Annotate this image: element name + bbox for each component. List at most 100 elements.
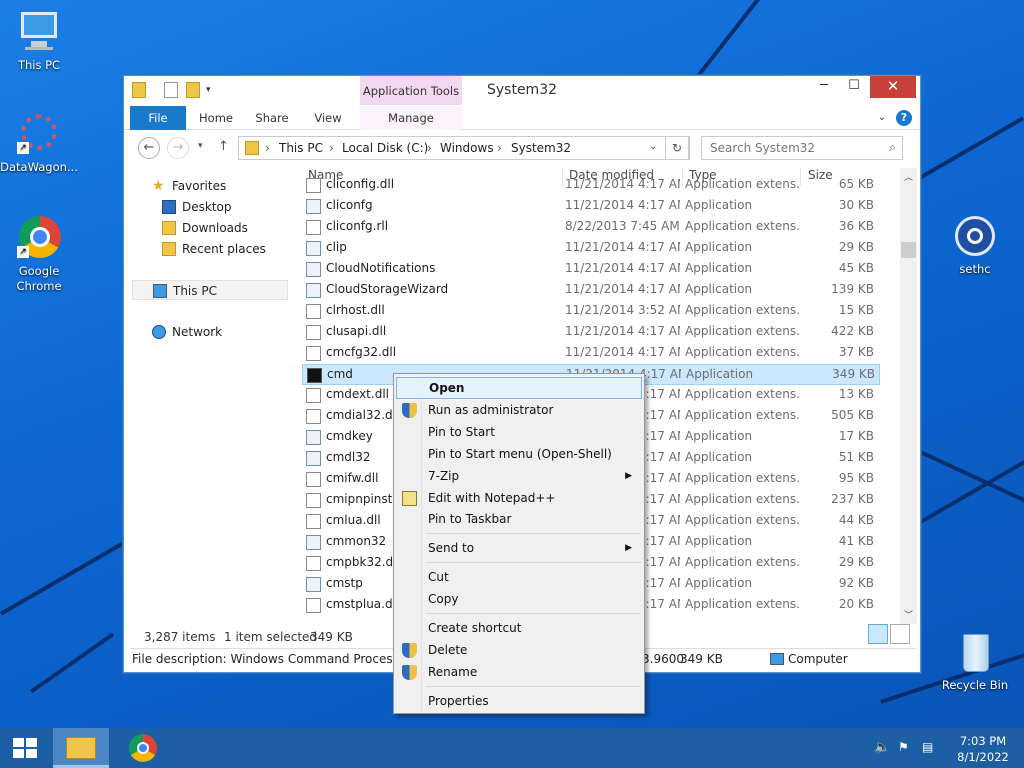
uac-shield-icon bbox=[402, 403, 417, 418]
scroll-up-icon[interactable]: ︿ bbox=[904, 170, 913, 183]
file-size: 29 KB bbox=[838, 240, 874, 254]
action-center-icon[interactable]: ⚑ bbox=[898, 740, 914, 756]
file-date: 11/21/2014 4:17 AM bbox=[565, 261, 680, 275]
dll-icon bbox=[306, 304, 321, 319]
title-bar[interactable]: ▾ Application Tools System32 ─ ☐ ✕ bbox=[124, 76, 920, 106]
table-row[interactable]: clip 11/21/2014 4:17 AM Application 29 KB bbox=[302, 238, 880, 259]
file-type: Application extens... bbox=[685, 324, 800, 338]
scrollbar-thumb[interactable] bbox=[901, 242, 916, 258]
nav-this-pc[interactable]: This PC bbox=[132, 280, 288, 300]
menu-label: Pin to Start menu (Open-Shell) bbox=[428, 447, 612, 461]
refresh-button[interactable]: ↻ bbox=[665, 136, 689, 160]
breadcrumb-local-disk[interactable]: Local Disk (C:) bbox=[342, 141, 428, 155]
start-button[interactable] bbox=[0, 728, 50, 768]
large-icons-view-button[interactable] bbox=[890, 624, 910, 644]
dll-icon bbox=[306, 409, 321, 424]
table-row[interactable]: cliconfig.dll 11/21/2014 4:17 AM Applicati… bbox=[302, 175, 880, 196]
menu-item-cut[interactable]: Cut bbox=[396, 566, 642, 588]
menu-item-pin-to-start-open-shell[interactable]: Pin to Start menu (Open-Shell) bbox=[396, 443, 642, 465]
menu-label: Copy bbox=[428, 592, 459, 606]
taskbar-file-explorer[interactable] bbox=[53, 728, 109, 768]
file-version: 3.9600 bbox=[642, 652, 684, 666]
dll-icon bbox=[306, 325, 321, 340]
table-row[interactable]: clrhost.dll 11/21/2014 3:52 AM Application… bbox=[302, 301, 880, 322]
nav-desktop[interactable]: Desktop bbox=[162, 197, 232, 217]
desktop-icon-recycle-bin[interactable]: Recycle Bin bbox=[936, 630, 1014, 693]
menu-item-delete[interactable]: Delete bbox=[396, 639, 642, 661]
back-button[interactable]: ← bbox=[138, 137, 160, 159]
nav-favorites[interactable]: ★ Favorites bbox=[152, 176, 227, 196]
desktop-icon-chrome[interactable]: ↗ Google Chrome bbox=[0, 216, 78, 294]
network-icon bbox=[152, 325, 166, 339]
address-bar[interactable]: › This PC › Local Disk (C:) › Windows › … bbox=[238, 136, 690, 160]
file-type: Application extens... bbox=[685, 471, 800, 485]
clock[interactable]: 7:03 PM 8/1/2022 bbox=[950, 733, 1016, 765]
tab-share[interactable]: Share bbox=[248, 106, 296, 130]
file-type: Application extens... bbox=[685, 555, 800, 569]
wallpaper-line bbox=[920, 440, 1024, 524]
file-type: Application bbox=[685, 576, 753, 590]
desktop-icon-sethc[interactable]: sethc bbox=[936, 214, 1014, 277]
windows-logo-icon bbox=[13, 738, 24, 747]
file-size: 51 KB bbox=[838, 450, 874, 464]
menu-item-open[interactable]: Open bbox=[396, 377, 642, 399]
minimize-button[interactable]: ─ bbox=[810, 76, 838, 98]
menu-item-run-as-administrator[interactable]: Run as administrator bbox=[396, 399, 642, 421]
menu-item-send-to[interactable]: Send to ▶ bbox=[396, 537, 642, 559]
menu-item-copy[interactable]: Copy bbox=[396, 588, 642, 610]
wallpaper-line bbox=[919, 450, 1024, 513]
nav-network[interactable]: Network bbox=[152, 322, 222, 342]
nav-downloads[interactable]: Downloads bbox=[162, 218, 248, 238]
breadcrumb-system32[interactable]: System32 bbox=[511, 141, 571, 155]
table-row[interactable]: clusapi.dll 11/21/2014 4:17 AM Application… bbox=[302, 322, 880, 343]
file-size: 65 KB bbox=[838, 177, 874, 191]
vertical-scrollbar[interactable]: ︿ ﹀ bbox=[900, 168, 917, 624]
file-type: Application extens... bbox=[685, 387, 800, 401]
menu-item-pin-to-taskbar[interactable]: Pin to Taskbar bbox=[396, 508, 642, 530]
tab-file[interactable]: File bbox=[130, 106, 186, 130]
close-button[interactable]: ✕ bbox=[870, 76, 916, 98]
context-menu: Open Run as administrator Pin to Start P… bbox=[393, 373, 645, 714]
menu-item-7zip[interactable]: 7-Zip ▶ bbox=[396, 465, 642, 487]
menu-label: Cut bbox=[428, 570, 449, 584]
breadcrumb-windows[interactable]: Windows bbox=[440, 141, 494, 155]
file-size: 139 KB bbox=[831, 282, 874, 296]
details-view-button[interactable] bbox=[868, 624, 888, 644]
table-row[interactable]: cmcfg32.dll 11/21/2014 4:17 AM Application… bbox=[302, 343, 880, 364]
desktop-icon-label: This PC bbox=[17, 58, 61, 72]
network-tray-icon[interactable]: ▤ bbox=[922, 740, 938, 756]
desktop-icon-datawagon[interactable]: ↗ DataWagon... bbox=[0, 112, 78, 175]
tab-home[interactable]: Home bbox=[192, 106, 240, 130]
table-row[interactable]: CloudStorageWizard 11/21/2014 4:17 AM Appl… bbox=[302, 280, 880, 301]
file-name: cmcfg32.dll bbox=[326, 345, 397, 359]
tab-manage[interactable]: Manage bbox=[360, 106, 462, 130]
menu-item-pin-to-start[interactable]: Pin to Start bbox=[396, 421, 642, 443]
nav-label: This PC bbox=[173, 284, 217, 298]
table-row[interactable]: CloudNotifications 11/21/2014 4:17 AM Appl… bbox=[302, 259, 880, 280]
menu-item-properties[interactable]: Properties bbox=[396, 690, 642, 712]
forward-button[interactable]: → bbox=[167, 137, 189, 159]
up-button[interactable]: ↑ bbox=[218, 139, 229, 154]
table-row[interactable]: cliconfg.rll 8/22/2013 7:45 AM Application… bbox=[302, 217, 880, 238]
menu-item-edit-notepad[interactable]: Edit with Notepad++ bbox=[396, 487, 642, 509]
recent-places-icon bbox=[162, 242, 176, 256]
ribbon-expand-icon[interactable]: ⌄ bbox=[874, 106, 890, 130]
search-input[interactable]: Search System32 ⌕ bbox=[701, 136, 903, 160]
menu-item-create-shortcut[interactable]: Create shortcut bbox=[396, 617, 642, 639]
address-dropdown-icon[interactable]: ⌄ bbox=[649, 141, 657, 152]
menu-item-rename[interactable]: Rename bbox=[396, 661, 642, 683]
taskbar-chrome[interactable] bbox=[116, 728, 172, 768]
nav-label: Favorites bbox=[172, 179, 227, 193]
nav-recent-places[interactable]: Recent places bbox=[162, 239, 266, 259]
desktop-icon-this-pc[interactable]: This PC bbox=[0, 10, 78, 73]
tab-view[interactable]: View bbox=[304, 106, 352, 130]
breadcrumb-this-pc[interactable]: This PC bbox=[279, 141, 323, 155]
scroll-down-icon[interactable]: ﹀ bbox=[904, 608, 913, 621]
file-type: Application bbox=[686, 367, 754, 381]
table-row[interactable]: cliconfg 11/21/2014 4:17 AM Application 30 … bbox=[302, 196, 880, 217]
help-icon[interactable]: ? bbox=[896, 110, 912, 126]
volume-muted-icon[interactable]: 🔈 bbox=[874, 740, 890, 756]
recent-locations-icon[interactable]: ▾ bbox=[198, 141, 203, 151]
maximize-button[interactable]: ☐ bbox=[840, 76, 868, 98]
file-date: 11/21/2014 4:17 AM bbox=[565, 324, 680, 338]
